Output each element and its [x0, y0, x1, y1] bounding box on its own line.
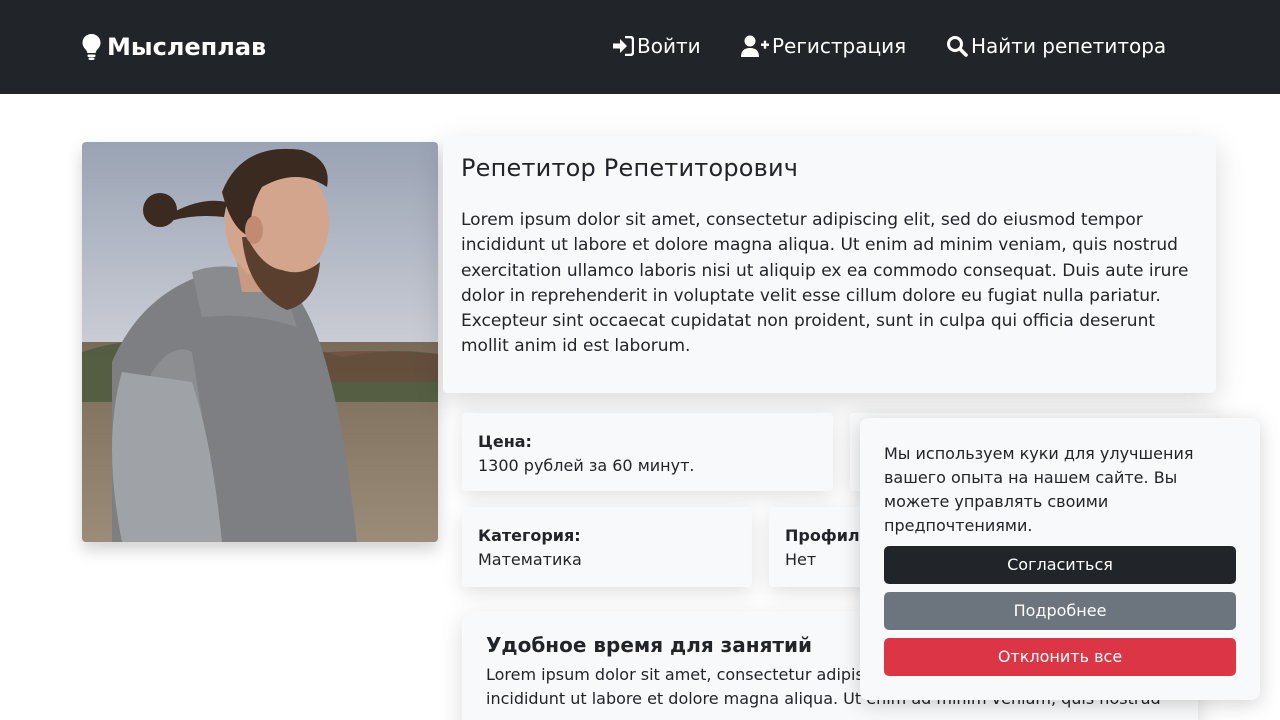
- cookie-banner: Мы используем куки для улучшения вашего …: [860, 418, 1260, 700]
- brand-link[interactable]: Мыслеплав: [82, 33, 266, 61]
- cookie-accept-button[interactable]: Согласиться: [884, 546, 1236, 584]
- nav-register-link[interactable]: Регистрация: [741, 34, 906, 58]
- tutor-info-card: Репетитор Репетиторович Lorem ipsum dolo…: [443, 136, 1216, 393]
- price-label: Цена:: [478, 432, 532, 451]
- cookie-reject-button[interactable]: Отклонить все: [884, 638, 1236, 676]
- tutor-bio: Lorem ipsum dolor sit amet, consectetur …: [461, 210, 1189, 357]
- user-plus-icon: [741, 35, 769, 57]
- brand-name: Мыслеплав: [107, 33, 267, 61]
- nav-login-link[interactable]: Войти: [612, 34, 701, 58]
- category-box: Категория: Математика: [462, 507, 752, 587]
- cookie-more-button[interactable]: Подробнее: [884, 592, 1236, 630]
- sign-in-icon: [613, 36, 634, 56]
- nav-find-tutor-label: Найти репетитора: [971, 34, 1167, 58]
- nav-find-tutor-link[interactable]: Найти репетитора: [946, 34, 1166, 58]
- tutor-photo: [82, 142, 438, 542]
- nav-login-label: Войти: [637, 34, 701, 58]
- search-icon: [947, 36, 968, 57]
- cookie-text: Мы используем куки для улучшения вашего …: [884, 444, 1194, 535]
- category-value: Математика: [478, 550, 582, 569]
- nav-register-label: Регистрация: [772, 34, 907, 58]
- navbar: Мыслеплав Войти Регистрация Найти репети…: [0, 0, 1280, 94]
- tutor-name: Репетитор Репетиторович: [461, 154, 799, 182]
- category-label: Категория:: [478, 526, 581, 545]
- lightbulb-icon: [82, 34, 101, 60]
- price-box: Цена: 1300 рублей за 60 минут.: [462, 413, 833, 491]
- price-value: 1300 рублей за 60 минут.: [478, 456, 695, 475]
